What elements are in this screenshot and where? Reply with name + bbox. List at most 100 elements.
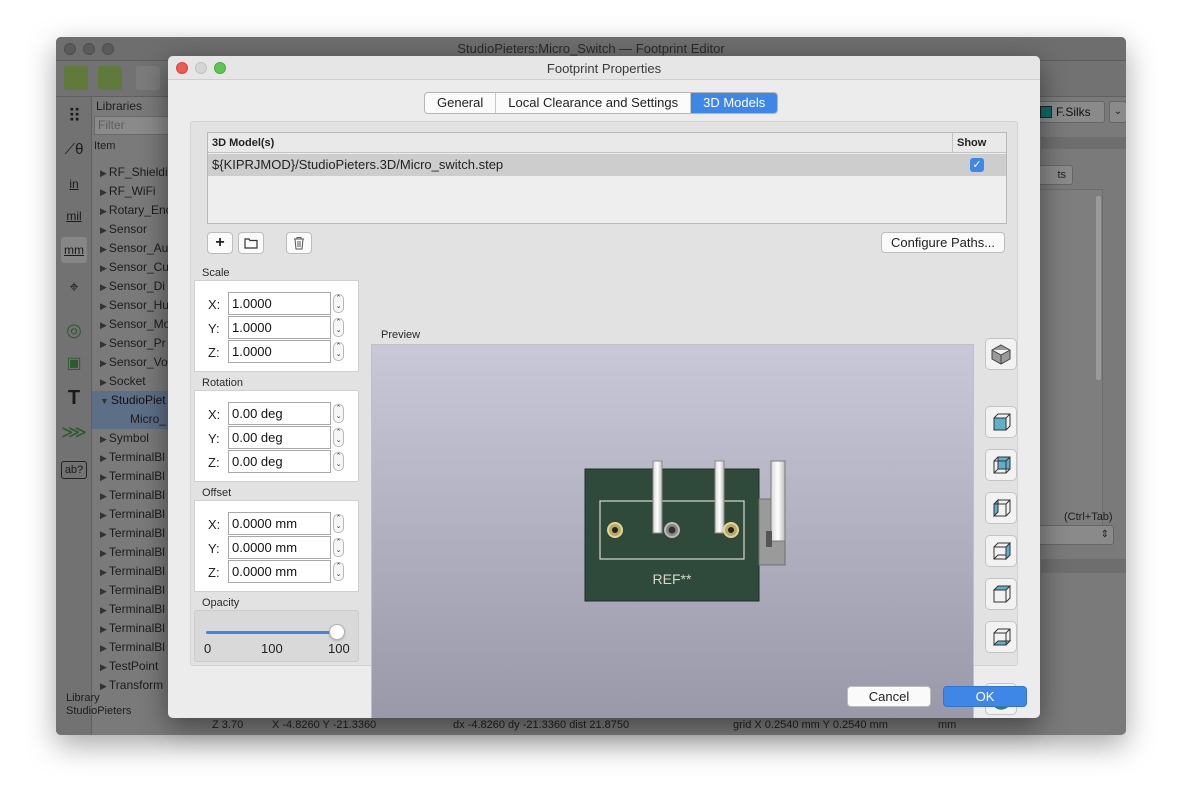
model-path[interactable]: ${KIPRJMOD}/StudioPieters.3D/Micro_switc… [212, 157, 503, 172]
library-tree-item[interactable]: ▶ Symbol [92, 429, 170, 448]
chevron-right-icon[interactable]: ▶ [100, 187, 107, 197]
chevron-right-icon[interactable]: ▶ [100, 301, 107, 311]
polar-coordinates-icon[interactable]: ⟋θ [61, 137, 87, 163]
tab-3d-models[interactable]: 3D Models [691, 93, 778, 113]
pad-icon[interactable]: ◎ [61, 317, 87, 343]
chevron-right-icon[interactable]: ▶ [100, 491, 107, 501]
new-footprint-icon[interactable] [64, 66, 88, 90]
chevron-right-icon[interactable]: ▶ [100, 434, 107, 444]
chevron-right-icon[interactable]: ▶ [100, 624, 107, 634]
chevron-right-icon[interactable]: ▶ [100, 472, 107, 482]
chevron-right-icon[interactable]: ▶ [100, 662, 107, 672]
library-tree-item[interactable]: ▶ RF_Shieldi [92, 163, 170, 182]
offset-z-stepper[interactable]: ⌃ ⌄ [333, 562, 344, 581]
cancel-button[interactable]: Cancel [847, 686, 931, 707]
chevron-right-icon[interactable]: ▶ [100, 567, 107, 577]
view-left-button[interactable] [985, 492, 1017, 524]
view-top-button[interactable] [985, 578, 1017, 610]
scale-y-stepper[interactable]: ⌃ ⌄ [333, 318, 344, 337]
chevron-right-icon[interactable]: ▶ [100, 377, 107, 387]
library-tree-item[interactable]: ▶ Sensor [92, 220, 170, 239]
library-tree-item[interactable]: ▶ TerminalBl [92, 638, 170, 657]
appearance-scrollbar[interactable] [1096, 196, 1101, 380]
view-3d-icon[interactable] [985, 338, 1017, 370]
chevron-right-icon[interactable]: ▶ [100, 282, 107, 292]
library-tree-item[interactable]: ▶ TerminalBl [92, 581, 170, 600]
opacity-slider-track[interactable] [206, 631, 336, 634]
library-tree-item[interactable]: ▶ TerminalBl [92, 600, 170, 619]
scale-x-stepper[interactable]: ⌃ ⌄ [333, 294, 344, 313]
mils-units-button[interactable]: mil [61, 203, 87, 229]
route-tracks-icon[interactable]: ⋙ [61, 419, 87, 445]
text-tool-icon[interactable]: T [61, 385, 87, 411]
chevron-down-icon[interactable]: ▼ [100, 396, 109, 406]
rotation-z-input[interactable]: 0.00 deg [228, 450, 331, 473]
library-tree-item[interactable]: ▶ TestPoint [92, 657, 170, 676]
chevron-right-icon[interactable]: ▶ [100, 548, 107, 558]
view-right-button[interactable] [985, 535, 1017, 567]
scale-z-input[interactable]: 1.0000 [228, 340, 331, 363]
chevron-right-icon[interactable]: ▶ [100, 358, 107, 368]
full-crosshair-icon[interactable]: ⌖ [61, 275, 87, 301]
tab-local-clearance[interactable]: Local Clearance and Settings [496, 93, 692, 113]
save-icon[interactable] [136, 66, 160, 90]
offset-x-stepper[interactable]: ⌃ ⌄ [333, 514, 344, 533]
library-tree-item[interactable]: ▶ Sensor_Vo [92, 353, 170, 372]
library-tree-item[interactable]: ▶ TerminalBl [92, 467, 170, 486]
chevron-down-icon[interactable]: ⌄ [1109, 101, 1126, 123]
library-tree-item[interactable]: ▼ StudioPiet [92, 391, 170, 410]
grid-icon[interactable]: ⠿ [61, 103, 87, 129]
rotation-x-stepper[interactable]: ⌃ ⌄ [333, 404, 344, 423]
library-tree-item[interactable]: ▶ Rotary_Enc [92, 201, 170, 220]
library-tree-item[interactable]: Micro_ [92, 410, 170, 429]
show-checkbox[interactable]: ✓ [970, 158, 984, 172]
view-back-button[interactable] [985, 449, 1017, 481]
scale-z-stepper[interactable]: ⌃ ⌄ [333, 342, 344, 361]
library-tree-item[interactable]: ▶ TerminalBl [92, 505, 170, 524]
library-tree-item[interactable]: ▶ Sensor_Cu [92, 258, 170, 277]
chevron-right-icon[interactable]: ▶ [100, 643, 107, 653]
chevron-right-icon[interactable]: ▶ [100, 320, 107, 330]
chevron-right-icon[interactable]: ▶ [100, 244, 107, 254]
library-tree-item[interactable]: ▶ TerminalBl [92, 543, 170, 562]
rotation-z-stepper[interactable]: ⌃ ⌄ [333, 452, 344, 471]
chevron-right-icon[interactable]: ▶ [100, 529, 107, 539]
chevron-right-icon[interactable]: ▶ [100, 225, 107, 235]
library-tree-item[interactable]: ▶ TerminalBl [92, 562, 170, 581]
library-tree-item[interactable]: ▶ Sensor_Hu [92, 296, 170, 315]
chevron-right-icon[interactable]: ▶ [100, 339, 107, 349]
library-tree-item[interactable]: ▶ RF_WiFi [92, 182, 170, 201]
library-tree-item[interactable]: ▶ TerminalBl [92, 619, 170, 638]
table-row[interactable]: ${KIPRJMOD}/StudioPieters.3D/Micro_switc… [208, 154, 1006, 176]
rotation-x-input[interactable]: 0.00 deg [228, 402, 331, 425]
library-tree-item[interactable]: ▶ TerminalBl [92, 524, 170, 543]
delete-model-button[interactable] [286, 232, 312, 254]
library-tree-item[interactable]: ▶ Sensor_Mo [92, 315, 170, 334]
scale-x-input[interactable]: 1.0000 [228, 292, 331, 315]
library-tree-item[interactable]: ▶ Sensor_Pr [92, 334, 170, 353]
library-tree-item[interactable]: ▶ Socket [92, 372, 170, 391]
chevron-right-icon[interactable]: ▶ [100, 510, 107, 520]
layer-select[interactable]: F.Silks [1035, 101, 1105, 123]
tab-general[interactable]: General [425, 93, 497, 113]
view-bottom-button[interactable] [985, 621, 1017, 653]
preset-select[interactable]: ⇕ [1037, 525, 1114, 545]
annotate-icon[interactable]: ab? [61, 461, 87, 479]
footprint-wizard-icon[interactable] [98, 66, 122, 90]
rotation-y-input[interactable]: 0.00 deg [228, 426, 331, 449]
scale-y-input[interactable]: 1.0000 [228, 316, 331, 339]
library-tree-item[interactable]: ▶ TerminalBl [92, 448, 170, 467]
ok-button[interactable]: OK [943, 686, 1027, 707]
items-tab[interactable]: ts [1037, 165, 1073, 185]
chevron-right-icon[interactable]: ▶ [100, 168, 107, 178]
chevron-right-icon[interactable]: ▶ [100, 453, 107, 463]
library-filter-input[interactable]: Filter [94, 116, 174, 135]
inches-units-button[interactable]: in [61, 171, 87, 197]
add-model-button[interactable]: + [207, 232, 233, 254]
offset-x-input[interactable]: 0.0000 mm [228, 512, 331, 535]
browse-folder-button[interactable] [238, 232, 264, 254]
library-tree-item[interactable]: ▶ TerminalBl [92, 486, 170, 505]
chevron-right-icon[interactable]: ▶ [100, 586, 107, 596]
offset-y-input[interactable]: 0.0000 mm [228, 536, 331, 559]
rotation-y-stepper[interactable]: ⌃ ⌄ [333, 428, 344, 447]
